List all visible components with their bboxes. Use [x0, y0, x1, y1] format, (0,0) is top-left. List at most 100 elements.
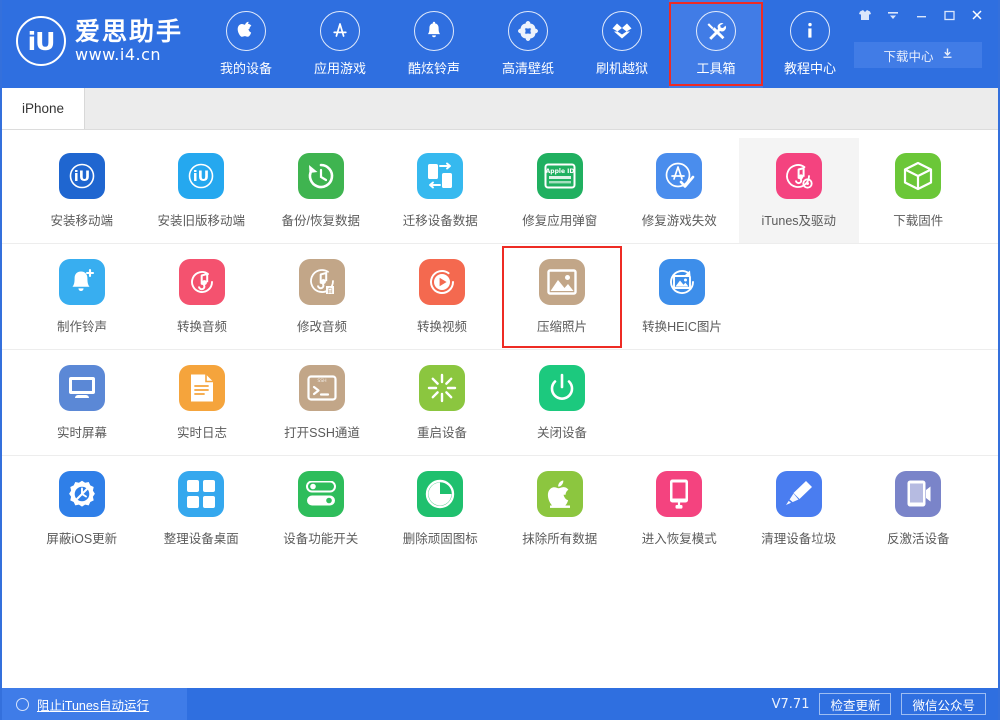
tool-item-live-screen[interactable]: 实时屏幕 [22, 350, 142, 455]
deactivate-device-icon [895, 471, 941, 517]
device-transfer-icon [417, 153, 463, 199]
nav-item-label: 高清壁纸 [502, 58, 554, 77]
tool-item-firmware-box[interactable]: 下载固件 [859, 138, 979, 243]
svg-text:iU: iU [74, 169, 90, 185]
brand-text: 爱思助手 www.i4.cn [75, 19, 183, 64]
tool-item-i4-app-lightblue[interactable]: iU 安装旧版移动端 [142, 138, 262, 243]
skin-shirt-icon[interactable] [852, 4, 878, 26]
firmware-box-icon [895, 153, 941, 199]
compress-photo-icon [539, 259, 585, 305]
tool-item-backup-restore[interactable]: 备份/恢复数据 [261, 138, 381, 243]
apple-id-card-icon: Apple ID [537, 153, 583, 199]
status-bar: 阻止iTunes自动运行 V7.71 检查更新 微信公众号 [2, 688, 998, 720]
svg-text:Apple ID: Apple ID [545, 168, 574, 175]
nav-item-open-box[interactable]: 刷机越狱 [575, 0, 669, 88]
tool-item-label: 反激活设备 [887, 528, 950, 547]
tool-item-label: 屏蔽iOS更新 [46, 528, 117, 547]
wechat-official-button[interactable]: 微信公众号 [901, 693, 986, 715]
tool-item-recovery-mode[interactable]: 进入恢复模式 [620, 456, 740, 561]
window-controls [852, 4, 990, 26]
check-update-button[interactable]: 检查更新 [819, 693, 891, 715]
tool-item-i4-app-blue[interactable]: iU 安装移动端 [22, 138, 142, 243]
tool-row: 实时屏幕实时日志 SSH打开SSH通道重启设备关闭设备 [2, 350, 998, 456]
tool-item-delete-pie-icon[interactable]: 删除顽固图标 [381, 456, 501, 561]
brand-name: 爱思助手 [75, 19, 183, 46]
tool-item-label: 整理设备桌面 [164, 528, 239, 547]
download-center-label: 下载中心 [883, 46, 933, 65]
tool-item-audio-edit[interactable]: 自修改音频 [262, 244, 382, 349]
tool-item-ssh-terminal[interactable]: SSH打开SSH通道 [262, 350, 382, 455]
status-right-group: V7.71 检查更新 微信公众号 [772, 693, 986, 715]
tool-item-apple-id-card[interactable]: Apple ID修复应用弹窗 [500, 138, 620, 243]
app-header: iU 爱思助手 www.i4.cn 我的设备 应用游戏 酷炫铃声 高清壁纸 刷机越狱工具… [2, 0, 998, 88]
nav-item-apple[interactable]: 我的设备 [199, 0, 293, 88]
ringtone-bell-plus-icon [59, 259, 105, 305]
tool-item-live-log[interactable]: 实时日志 [142, 350, 262, 455]
download-center-button[interactable]: 下载中心 [854, 42, 982, 68]
tool-item-clean-junk[interactable]: 清理设备垃圾 [739, 456, 859, 561]
i4-app-blue-icon: iU [59, 153, 105, 199]
heic-convert-icon [659, 259, 705, 305]
toolbox-content: iU 安装移动端 iU 安装旧版移动端 备份/恢复数据 迁移设备数据Apple ID修复应… [2, 130, 998, 688]
nav-item-appstore[interactable]: 应用游戏 [293, 0, 387, 88]
flower-wallpaper-icon [508, 11, 548, 51]
nav-item-flower-wallpaper[interactable]: 高清壁纸 [481, 0, 575, 88]
tabstrip-filler [85, 88, 998, 129]
menu-dropdown-icon[interactable] [880, 4, 906, 26]
tool-item-itunes-gear[interactable]: iTunes及驱动 [739, 138, 859, 243]
tool-item-power-off[interactable]: 关闭设备 [502, 350, 622, 455]
tool-item-block-ios-update[interactable]: 屏蔽iOS更新 [22, 456, 142, 561]
minimize-icon[interactable] [908, 4, 934, 26]
tool-item-label: 修改音频 [297, 316, 347, 335]
tool-item-heic-convert[interactable]: 转换HEIC图片 [622, 244, 742, 349]
tool-item-feature-toggle[interactable]: 设备功能开关 [261, 456, 381, 561]
tool-item-label: 实时日志 [177, 422, 227, 441]
tool-item-label: 抹除所有数据 [522, 528, 597, 547]
device-tabstrip: iPhone [2, 88, 998, 130]
tool-item-restart-device[interactable]: 重启设备 [382, 350, 502, 455]
bell-icon [414, 11, 454, 51]
nav-item-bell[interactable]: 酷炫铃声 [387, 0, 481, 88]
tool-item-erase-apple[interactable]: 抹除所有数据 [500, 456, 620, 561]
tab-iphone[interactable]: iPhone [2, 88, 85, 129]
tool-item-label: 安装移动端 [50, 210, 113, 229]
toggle-circle-icon [16, 698, 29, 711]
nav-item-label: 工具箱 [697, 58, 736, 77]
nav-item-label: 我的设备 [220, 58, 272, 77]
block-itunes-toggle[interactable]: 阻止iTunes自动运行 [2, 688, 187, 720]
block-ios-update-icon [59, 471, 105, 517]
tool-item-label: 安装旧版移动端 [157, 210, 245, 229]
maximize-icon[interactable] [936, 4, 962, 26]
tools-wrench-icon [696, 11, 736, 51]
i4-circle-logo-icon: iU [16, 16, 66, 66]
tool-item-label: 进入恢复模式 [642, 528, 717, 547]
tool-item-video-convert[interactable]: 转换视频 [382, 244, 502, 349]
nav-item-tools-wrench[interactable]: 工具箱 [669, 0, 763, 88]
download-arrow-icon [942, 48, 953, 62]
erase-apple-icon [537, 471, 583, 517]
block-itunes-label: 阻止iTunes自动运行 [37, 695, 149, 714]
power-off-icon [539, 365, 585, 411]
tool-item-appstore-check[interactable]: 修复游戏失效 [620, 138, 740, 243]
nav-item-label: 应用游戏 [314, 58, 366, 77]
apple-icon [226, 11, 266, 51]
appstore-icon [320, 11, 360, 51]
delete-icon-pie-icon [417, 471, 463, 517]
nav-item-label: 酷炫铃声 [408, 58, 460, 77]
close-icon[interactable] [964, 4, 990, 26]
tool-item-label: 设备功能开关 [283, 528, 358, 547]
tool-item-deactivate-device[interactable]: 反激活设备 [859, 456, 979, 561]
audio-convert-icon [179, 259, 225, 305]
tool-item-label: 备份/恢复数据 [282, 210, 360, 229]
tool-item-arrange-desktop[interactable]: 整理设备桌面 [142, 456, 262, 561]
tool-row: iU 安装移动端 iU 安装旧版移动端 备份/恢复数据 迁移设备数据Apple ID修复应… [2, 138, 998, 244]
tool-item-ringtone-bell-plus[interactable]: 制作铃声 [22, 244, 142, 349]
tool-item-label: 打开SSH通道 [284, 422, 360, 441]
tool-item-compress-photo[interactable]: 压缩照片 [502, 244, 622, 349]
nav-item-info[interactable]: 教程中心 [763, 0, 857, 88]
tool-item-device-transfer[interactable]: 迁移设备数据 [381, 138, 501, 243]
tool-item-label: 关闭设备 [537, 422, 587, 441]
main-navigation: 我的设备 应用游戏 酷炫铃声 高清壁纸 刷机越狱工具箱 教程中心 [199, 0, 857, 88]
i4-app-lightblue-icon: iU [178, 153, 224, 199]
tool-item-audio-convert[interactable]: 转换音频 [142, 244, 262, 349]
